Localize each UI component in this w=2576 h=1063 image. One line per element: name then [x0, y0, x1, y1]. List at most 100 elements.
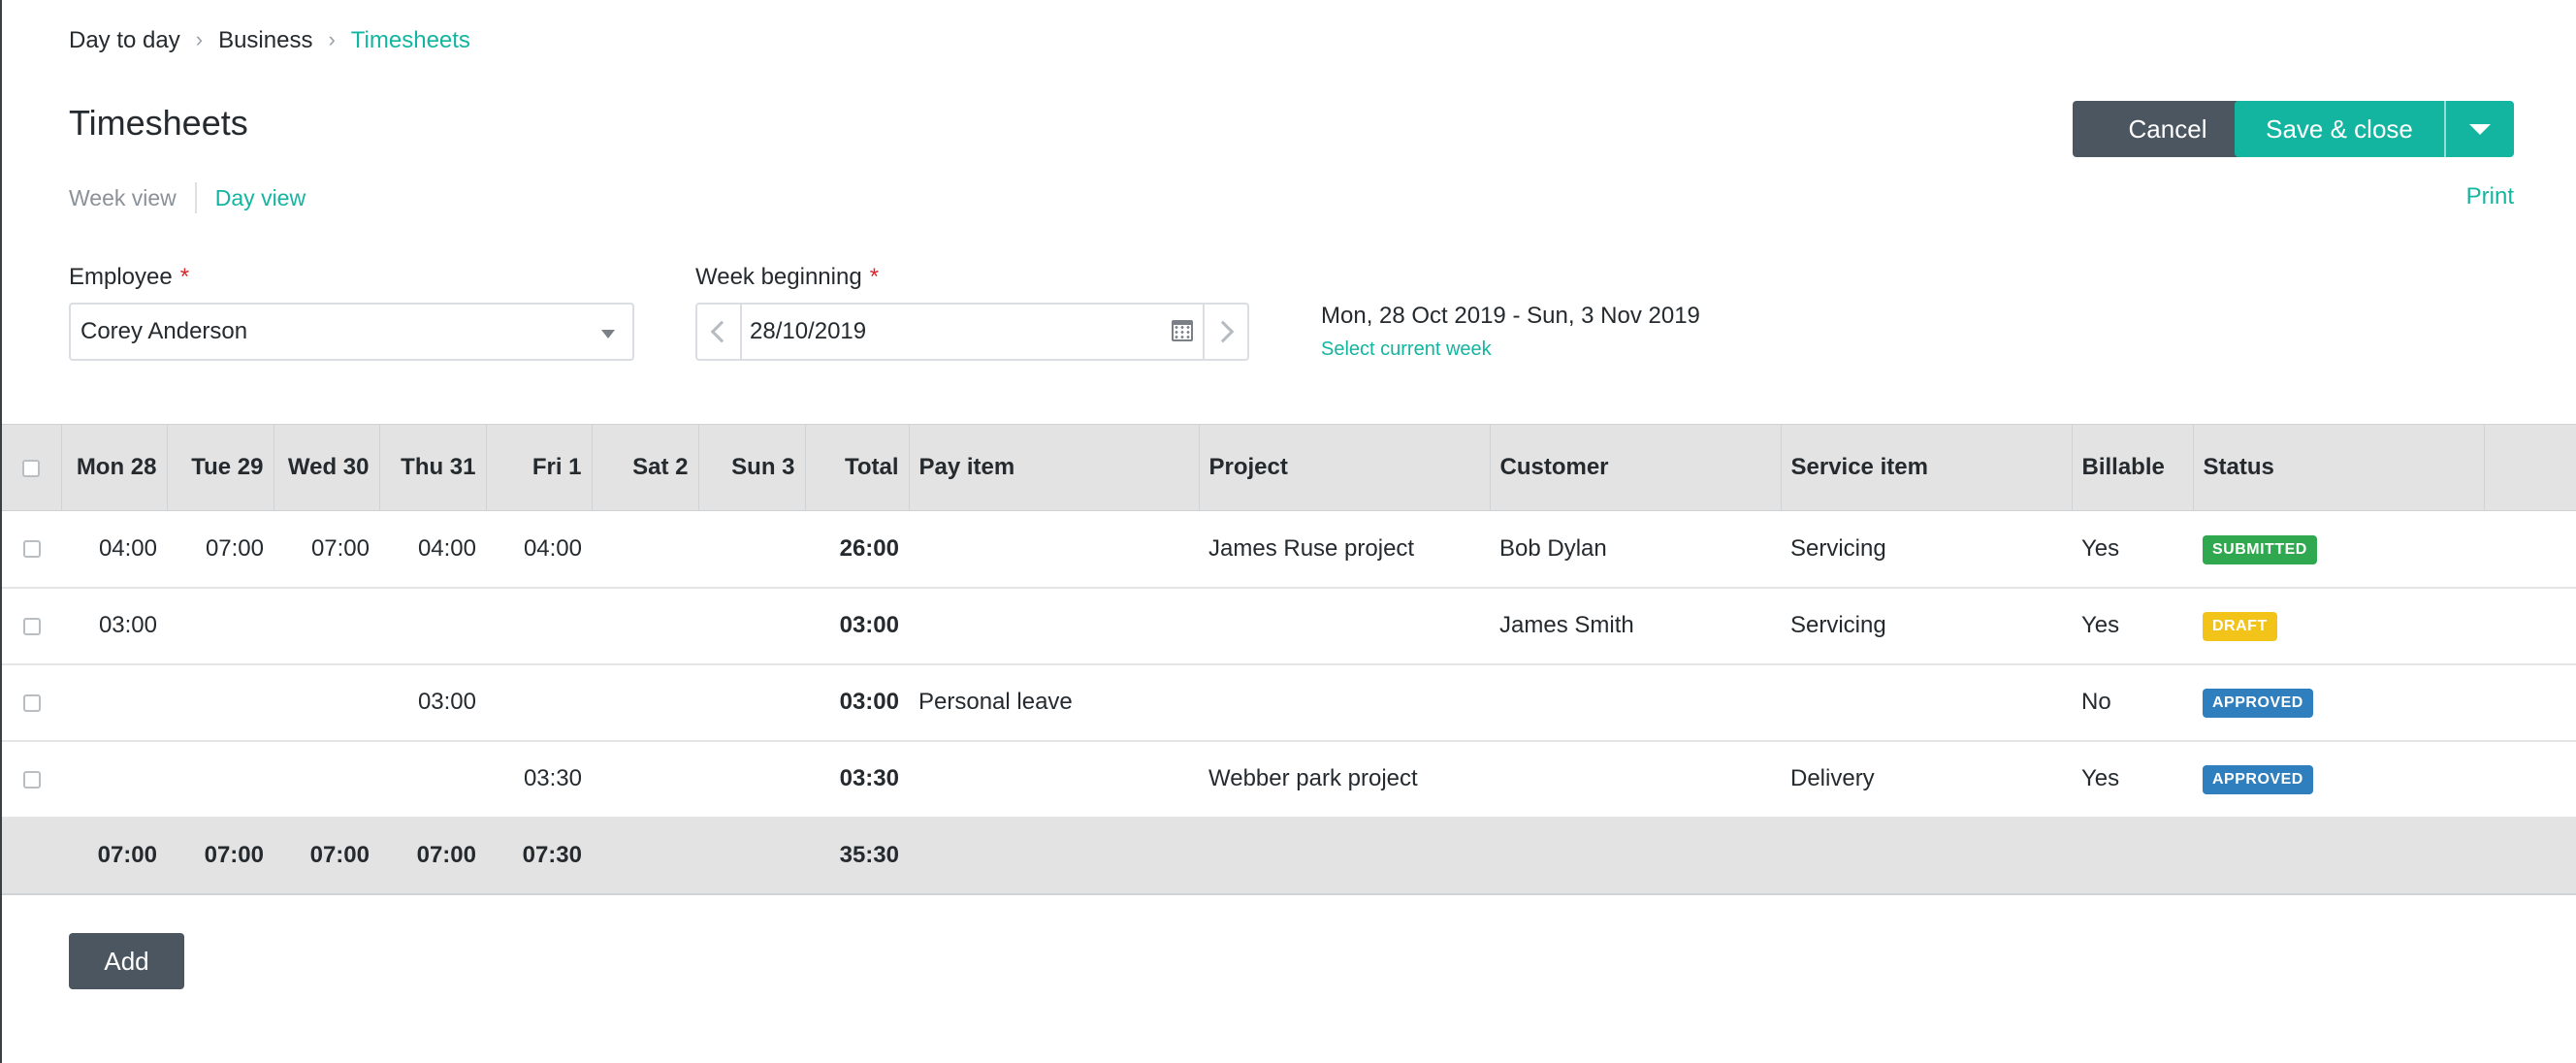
status-badge: APPROVED: [2203, 765, 2313, 794]
next-week-button[interactable]: [1203, 305, 1247, 359]
cell-sun[interactable]: [698, 741, 805, 818]
total-wed: 07:00: [309, 842, 370, 868]
cell-pay-item[interactable]: [909, 588, 1199, 664]
add-button[interactable]: Add: [69, 933, 184, 989]
cell-fri[interactable]: [486, 664, 592, 741]
breadcrumb-day-to-day[interactable]: Day to day: [69, 27, 180, 54]
cell-spacer: [2484, 511, 2576, 588]
cell-mon[interactable]: [61, 664, 167, 741]
row-checkbox[interactable]: [22, 693, 41, 712]
cell-billable[interactable]: No: [2072, 664, 2193, 741]
row-checkbox[interactable]: [22, 540, 41, 559]
cell-billable[interactable]: Yes: [2072, 741, 2193, 818]
table-row[interactable]: 03:00 03:00 James Smith Servicing Yes DR…: [2, 588, 2576, 664]
cell-customer[interactable]: [1490, 664, 1781, 741]
chevron-right-icon: ›: [328, 27, 336, 51]
cell-customer[interactable]: [1490, 741, 1781, 818]
cell-billable[interactable]: Yes: [2072, 588, 2193, 664]
row-checkbox[interactable]: [22, 617, 41, 635]
select-all-checkbox[interactable]: [22, 459, 41, 477]
required-marker: *: [179, 264, 190, 290]
cell-sun[interactable]: [698, 664, 805, 741]
cell-service-item[interactable]: [1781, 664, 2072, 741]
cell-sun[interactable]: [698, 588, 805, 664]
cell-tue[interactable]: [167, 741, 274, 818]
total-tue: 07:00: [204, 842, 264, 868]
calendar-icon[interactable]: [1172, 320, 1193, 341]
cell-mon[interactable]: [61, 741, 167, 818]
cell-tue[interactable]: [167, 664, 274, 741]
tab-day-view[interactable]: Day view: [215, 185, 306, 211]
total-thu: 07:00: [416, 842, 476, 868]
week-beginning-input[interactable]: 28/10/2019: [742, 305, 1203, 359]
cell-fri[interactable]: 04:00: [486, 511, 592, 588]
cell-wed[interactable]: 07:00: [274, 511, 379, 588]
row-select-cell: [2, 664, 61, 741]
cell-service-item[interactable]: Servicing: [1781, 588, 2072, 664]
column-header-mon: Mon 28: [61, 424, 168, 511]
cell-mon[interactable]: 03:00: [61, 588, 167, 664]
grand-total: 35:30: [839, 842, 899, 868]
cell-total: 03:30: [839, 765, 899, 791]
cell-total: 03:00: [839, 612, 899, 638]
save-options-dropdown-button[interactable]: [2444, 101, 2514, 157]
save-and-close-button[interactable]: Save & close: [2235, 101, 2444, 157]
table-row[interactable]: 04:00 07:00 07:00 04:00 04:00 26:00 Jame…: [2, 511, 2576, 588]
cell-wed[interactable]: [274, 741, 379, 818]
cell-service-item[interactable]: Servicing: [1781, 511, 2072, 588]
breadcrumb-business[interactable]: Business: [218, 27, 312, 54]
breadcrumb-timesheets[interactable]: Timesheets: [351, 27, 470, 54]
cell-tue[interactable]: 07:00: [167, 511, 274, 588]
cell-thu[interactable]: 03:00: [379, 664, 486, 741]
employee-select[interactable]: Corey Anderson: [69, 303, 634, 361]
cell-pay-item[interactable]: Personal leave: [909, 664, 1199, 741]
previous-week-button[interactable]: [697, 305, 742, 359]
cell-status: SUBMITTED: [2193, 511, 2484, 588]
total-fri: 07:30: [522, 842, 582, 868]
cell-project[interactable]: [1199, 588, 1490, 664]
column-header-sat: Sat 2: [592, 424, 699, 511]
cell-thu[interactable]: 04:00: [379, 511, 486, 588]
cell-customer[interactable]: James Smith: [1490, 588, 1781, 664]
save-button-group: Save & close: [2235, 101, 2514, 157]
cell-sun[interactable]: [698, 511, 805, 588]
table-row[interactable]: 03:00 03:00 Personal leave No APPROVED: [2, 664, 2576, 741]
cell-customer[interactable]: Bob Dylan: [1490, 511, 1781, 588]
cell-thu[interactable]: [379, 588, 486, 664]
status-badge: APPROVED: [2203, 689, 2313, 718]
dropdown-arrow-icon: [601, 330, 615, 338]
cell-sat[interactable]: [592, 741, 698, 818]
print-link[interactable]: Print: [2466, 183, 2514, 210]
cell-pay-item[interactable]: [909, 511, 1199, 588]
cell-total: 03:00: [839, 689, 899, 715]
cell-project[interactable]: Webber park project: [1199, 741, 1490, 818]
select-all-cell: [2, 424, 62, 511]
cell-fri[interactable]: [486, 588, 592, 664]
chevron-left-icon: [710, 320, 733, 343]
cell-sat[interactable]: [592, 511, 698, 588]
row-checkbox[interactable]: [22, 770, 41, 789]
cell-wed[interactable]: [274, 664, 379, 741]
cell-wed[interactable]: [274, 588, 379, 664]
column-header-fri: Fri 1: [486, 424, 593, 511]
cell-project[interactable]: James Ruse project: [1199, 511, 1490, 588]
totals-filler: [909, 818, 2576, 894]
table-row[interactable]: 03:30 03:30 Webber park project Delivery…: [2, 741, 2576, 818]
totals-row: 07:00 07:00 07:00 07:00 07:30 35:30: [2, 817, 2576, 894]
cell-mon[interactable]: 04:00: [61, 511, 167, 588]
cell-tue[interactable]: [167, 588, 274, 664]
status-badge: DRAFT: [2203, 612, 2277, 641]
view-tabs: Week view Day view: [69, 182, 306, 213]
cell-pay-item[interactable]: [909, 741, 1199, 818]
cell-billable[interactable]: Yes: [2072, 511, 2193, 588]
cell-service-item[interactable]: Delivery: [1781, 741, 2072, 818]
cell-fri[interactable]: 03:30: [486, 741, 592, 818]
tab-week-view[interactable]: Week view: [69, 185, 177, 211]
cell-thu[interactable]: [379, 741, 486, 818]
cell-project[interactable]: [1199, 664, 1490, 741]
column-header-tue: Tue 29: [167, 424, 274, 511]
cell-status: APPROVED: [2193, 664, 2484, 741]
cell-sat[interactable]: [592, 588, 698, 664]
cell-sat[interactable]: [592, 664, 698, 741]
select-current-week-link[interactable]: Select current week: [1321, 338, 1492, 361]
